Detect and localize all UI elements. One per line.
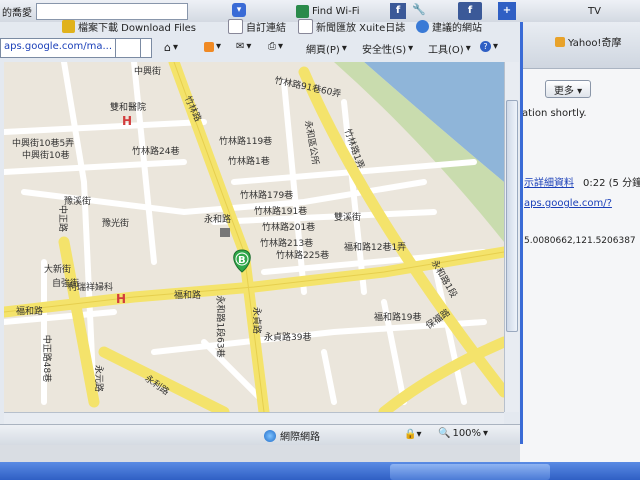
wifi-icon xyxy=(296,4,309,18)
map-label: 竹林路119巷 xyxy=(219,137,273,147)
map-label: 福和路12巷1弄 xyxy=(344,243,407,253)
bookmark-custom-links[interactable]: 自訂連結 xyxy=(228,18,286,34)
taskbar-button[interactable] xyxy=(390,464,550,480)
map-label: 永和路 xyxy=(204,215,232,225)
time-text: 0:22 (5 分鐘 xyxy=(583,178,640,189)
bookmark-news-xuite[interactable]: 新聞匯放 Xuite日誌 xyxy=(298,18,405,34)
zoom-control[interactable]: 🔍 100% ▾ xyxy=(438,428,488,439)
map-label: 竹林路24巷 xyxy=(132,147,180,157)
ie-icon xyxy=(416,19,429,33)
map-label: 永貞路39巷 xyxy=(264,333,312,343)
vertical-scrollbar-thumb[interactable] xyxy=(506,100,518,332)
safety-menu[interactable]: 安全性(S) ▾ xyxy=(362,41,413,56)
address-text: aps.google.com/ma... xyxy=(4,41,113,52)
feeds-button[interactable]: ▾ xyxy=(204,41,221,52)
coordinates-text: 5.0080662,121.5206387 xyxy=(524,236,636,246)
maps-link[interactable]: aps.google.com/? xyxy=(524,198,612,209)
help-button[interactable]: ? ▾ xyxy=(480,41,498,52)
map-label: 竹林路191巷 xyxy=(254,207,308,217)
more-button[interactable]: 更多 ▾ xyxy=(545,80,591,98)
map-label: 竹林路225巷 xyxy=(276,251,330,261)
tools-menu[interactable]: 工具(O) ▾ xyxy=(428,41,471,56)
wrench-icon[interactable]: 🔧 xyxy=(412,3,426,17)
add-tab-button[interactable]: + xyxy=(498,2,516,20)
marker-letter: B xyxy=(238,255,246,266)
map-label: 竹林路179巷 xyxy=(240,191,294,201)
tv-label[interactable]: TV xyxy=(588,6,601,17)
yahoo-bookmark[interactable]: Yahoo!奇摩 xyxy=(555,34,621,49)
favorites-left-label: 的喬愛 xyxy=(2,7,32,19)
map-canvas[interactable]: H H B xyxy=(4,62,504,412)
map-label: 中興街10巷 xyxy=(22,151,70,161)
address-go-box[interactable] xyxy=(115,38,141,58)
home-icon: ⌂ xyxy=(164,41,171,54)
map-label: 雙溪街 xyxy=(334,213,362,223)
protected-mode-icon[interactable]: 🔒▾ xyxy=(404,429,421,440)
map-label: 福和路 xyxy=(16,307,44,317)
facebook-icon[interactable]: f xyxy=(390,3,406,19)
shortly-text: ation shortly. xyxy=(522,108,587,119)
map-label: 柯瑞祥婦科 xyxy=(68,283,114,293)
home-button[interactable]: ⌂ ▾ xyxy=(164,41,178,54)
hospital-marker-2: H xyxy=(116,292,126,306)
map-label: 中正路 xyxy=(57,204,68,233)
map-label: 竹林路1巷 xyxy=(228,157,270,167)
map-label: 福和路19巷 xyxy=(374,313,422,323)
map-label: 福和路 xyxy=(174,291,202,301)
print-button[interactable]: ⎙ ▾ xyxy=(268,41,283,52)
bookmark-download-files[interactable]: 檔案下載 Download Files xyxy=(62,18,196,34)
globe-icon xyxy=(264,429,276,442)
page-icon xyxy=(298,18,313,34)
magnifier-icon: 🔍 xyxy=(438,428,451,439)
map-label: 永元路 xyxy=(93,364,104,393)
map-label: 雙和醫院 xyxy=(110,103,147,113)
map-label: 中興街 xyxy=(134,67,162,77)
map-label: 大新街 xyxy=(44,265,72,275)
map-label: 永貞路 xyxy=(251,306,262,335)
landmark-icon xyxy=(220,228,230,237)
chevron-down-icon: ▾ xyxy=(483,428,489,439)
google-map[interactable]: H H B 中興街 竹林路 竹林路91巷60弄 竹林路119巷 竹林路24巷 中… xyxy=(4,62,504,412)
map-label: 中正路48巷 xyxy=(41,334,52,383)
mail-icon: ✉ xyxy=(236,41,245,52)
arrow-down-icon[interactable]: ▾ xyxy=(232,3,246,17)
mail-button[interactable]: ✉ ▾ xyxy=(236,41,251,52)
map-label: 永和路1段63巷 xyxy=(214,295,225,358)
map-label: 豫光街 xyxy=(102,219,130,229)
page-icon xyxy=(228,18,243,34)
bookmark-suggested-sites[interactable]: 建議的網站 xyxy=(416,18,482,34)
security-zone[interactable]: 網際網路 xyxy=(264,428,320,443)
hospital-marker: H xyxy=(122,114,132,128)
details-link[interactable]: 示詳細資料 xyxy=(524,174,574,189)
rss-icon xyxy=(204,41,214,52)
printer-icon: ⎙ xyxy=(268,41,276,52)
find-wifi-link[interactable]: Find Wi-Fi xyxy=(296,3,360,19)
yahoo-icon xyxy=(555,36,565,47)
map-label: 竹林路201巷 xyxy=(262,223,316,233)
help-icon: ? xyxy=(480,41,491,52)
page-menu[interactable]: 網頁(P) ▾ xyxy=(306,41,347,56)
star-icon xyxy=(62,19,75,33)
